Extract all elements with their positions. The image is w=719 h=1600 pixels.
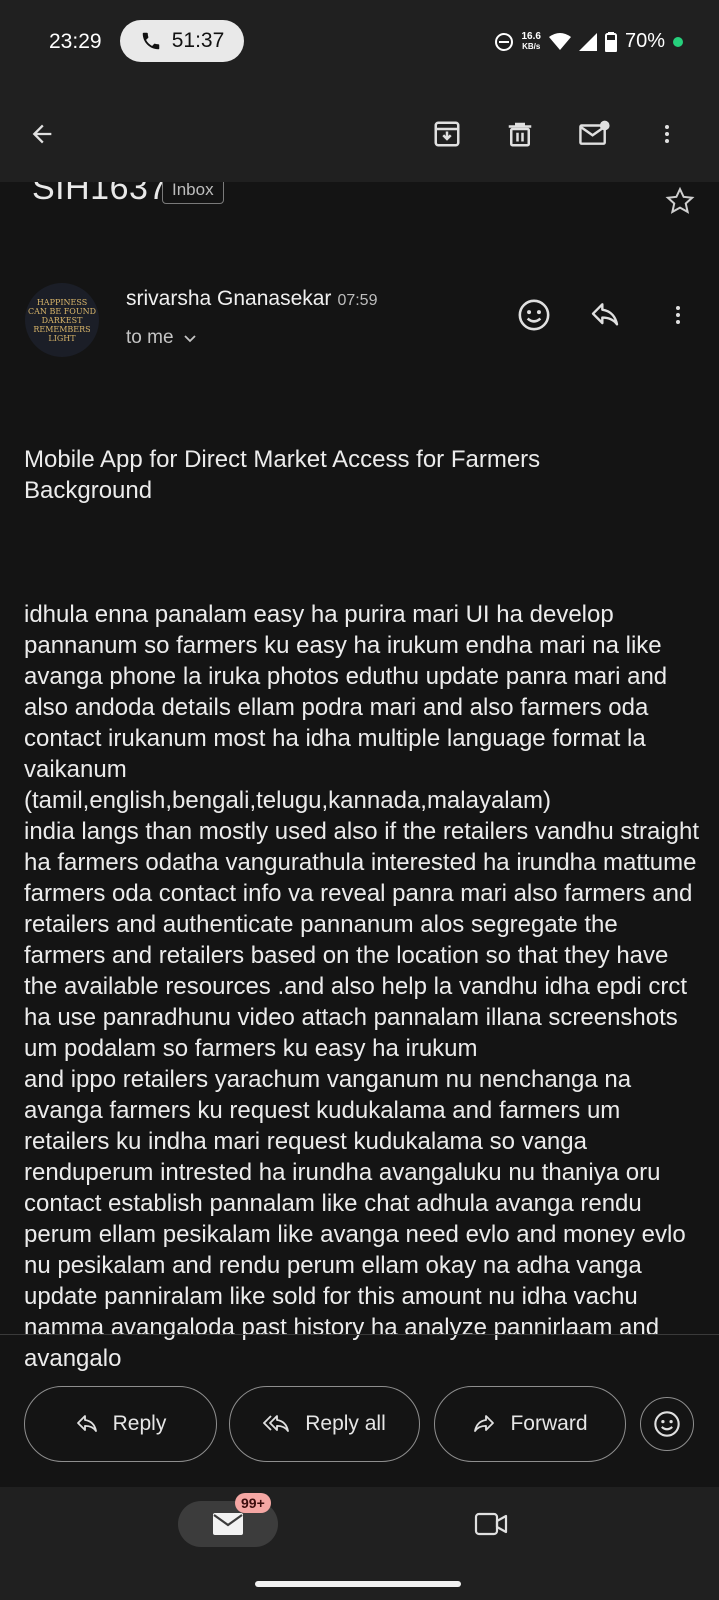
reply-all-label: Reply all — [305, 1412, 386, 1435]
mail-icon — [213, 1513, 243, 1535]
reply-header-button[interactable] — [586, 296, 624, 334]
home-indicator[interactable] — [255, 1581, 461, 1587]
meet-tab[interactable] — [474, 1509, 508, 1544]
delete-icon — [508, 122, 532, 147]
sender-name: srivarsha Gnanasekar — [126, 287, 332, 310]
divider — [0, 1334, 719, 1335]
unread-count-badge: 99+ — [235, 1493, 271, 1513]
wifi-icon — [548, 32, 571, 50]
email-body-text: idhula enna panalam easy ha purira mari … — [24, 601, 700, 1372]
call-duration: 51:37 — [171, 29, 225, 52]
emoji-icon — [654, 1411, 680, 1437]
sent-time: 07:59 — [337, 292, 378, 309]
video-camera-icon — [474, 1512, 508, 1536]
battery-percent: 70% — [624, 30, 665, 52]
reply-label: Reply — [112, 1412, 167, 1435]
star-icon — [665, 186, 695, 214]
back-button[interactable] — [22, 114, 62, 154]
forward-icon — [474, 1415, 495, 1432]
recipient-label: to me — [126, 327, 174, 348]
chevron-down-icon — [183, 335, 196, 343]
status-icons: 16.6 KB/s 70% — [494, 30, 683, 53]
mark-unread-button[interactable] — [575, 114, 615, 154]
reply-all-button[interactable]: Reply all — [229, 1386, 420, 1462]
more-vert-icon — [676, 306, 680, 324]
archive-button[interactable] — [427, 114, 467, 154]
forward-button[interactable]: Forward — [434, 1386, 626, 1462]
status-bar: 23:29 51:37 16.6 KB/s 70% — [0, 0, 719, 86]
reply-icon — [76, 1415, 97, 1432]
email-body: Mobile App for Direct Market Access for … — [24, 413, 704, 1405]
inbox-label[interactable]: Inbox — [162, 182, 224, 204]
battery-icon — [604, 31, 617, 52]
reply-all-icon — [263, 1415, 290, 1432]
dnd-icon — [494, 32, 513, 51]
forward-label: Forward — [510, 1412, 588, 1435]
delete-button[interactable] — [500, 114, 540, 154]
archive-icon — [434, 121, 460, 147]
reply-icon — [591, 303, 619, 326]
subject-row: SIH1637 Inbox — [0, 182, 719, 232]
mark-unread-icon — [579, 120, 610, 145]
bottom-navigation: 99+ — [0, 1487, 719, 1600]
email-subject: SIH1637 — [32, 182, 168, 207]
star-button[interactable] — [665, 186, 695, 221]
ongoing-call-chip[interactable]: 51:37 — [120, 20, 244, 62]
email-title-line: Mobile App for Direct Market Access for … — [24, 446, 541, 504]
signal-icon — [578, 32, 597, 51]
emoji-reaction-button[interactable] — [640, 1397, 694, 1451]
phone-icon — [142, 32, 159, 50]
emoji-icon — [518, 299, 550, 331]
more-options-button[interactable] — [647, 114, 687, 154]
sender-avatar[interactable]: HAPPINESS CAN BE FOUND DARKEST REMEMBERS… — [25, 283, 99, 357]
message-more-button[interactable] — [666, 296, 690, 334]
recipient-toggle[interactable]: to me — [126, 327, 198, 349]
react-emoji-button[interactable] — [515, 296, 553, 334]
battery-status-dot — [673, 36, 683, 47]
clock: 23:29 — [49, 30, 102, 53]
more-vert-icon — [665, 125, 669, 143]
network-speed: 16.6 KB/s — [521, 30, 541, 51]
sender-line[interactable]: srivarsha Gnanasekar 07:59 — [126, 287, 377, 311]
email-toolbar — [0, 86, 719, 182]
back-arrow-icon — [32, 124, 52, 144]
reply-button[interactable]: Reply — [24, 1386, 217, 1462]
